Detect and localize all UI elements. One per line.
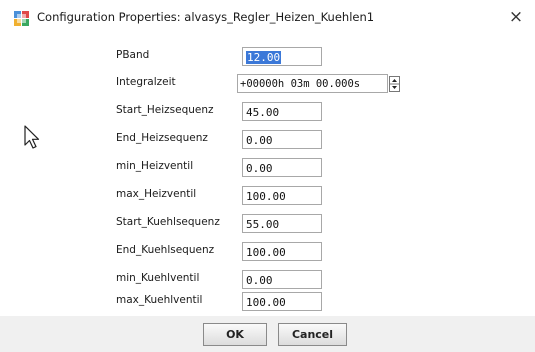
ok-button[interactable]: OK — [203, 323, 267, 346]
property-row-start-heizsequenz: Start_Heizsequenz 45.00 — [0, 101, 535, 125]
property-row-min-heizventil: min_Heizventil 0.00 — [0, 157, 535, 181]
property-row-start-kuehlsequenz: Start_Kuehlsequenz 55.00 — [0, 213, 535, 237]
property-label: PBand — [116, 49, 150, 61]
property-label: End_Heizsequenz — [116, 132, 208, 144]
property-row-max-kuehlventil: max_Kuehlventil 100.00 — [0, 291, 535, 315]
window-title: Configuration Properties: alvasys_Regler… — [37, 10, 375, 24]
max-heizventil-field[interactable]: 100.00 — [242, 186, 322, 205]
mouse-pointer-icon — [24, 125, 44, 151]
min-kuehlventil-field[interactable]: 0.00 — [242, 270, 322, 289]
start-kuehlsequenz-field[interactable]: 55.00 — [242, 214, 322, 233]
property-label: End_Kuehlsequenz — [116, 244, 215, 256]
property-label: min_Heizventil — [116, 160, 194, 172]
pband-field[interactable]: 12.00 — [242, 47, 322, 66]
property-row-end-heizsequenz: End_Heizsequenz 0.00 — [0, 129, 535, 153]
property-label: Integralzeit — [116, 76, 176, 88]
configuration-dialog: Configuration Properties: alvasys_Regler… — [0, 0, 535, 352]
property-row-min-kuehlventil: min_Kuehlventil 0.00 — [0, 269, 535, 293]
close-button[interactable]: × — [503, 4, 529, 30]
properties-panel: PBand 12.00 Integralzeit +00000h 03m 00.… — [0, 36, 535, 316]
property-label: max_Kuehlventil — [116, 294, 203, 306]
integralzeit-field[interactable]: +00000h 03m 00.000s — [237, 74, 388, 93]
title-bar: Configuration Properties: alvasys_Regler… — [0, 0, 535, 36]
close-icon: × — [508, 7, 524, 27]
property-row-max-heizventil: max_Heizventil 100.00 — [0, 185, 535, 209]
min-heizventil-field[interactable]: 0.00 — [242, 158, 322, 177]
property-label: max_Heizventil — [116, 188, 197, 200]
end-kuehlsequenz-field[interactable]: 100.00 — [242, 242, 322, 261]
button-bar: OK Cancel — [0, 316, 535, 352]
property-row-integralzeit: Integralzeit +00000h 03m 00.000s — [0, 73, 535, 97]
property-label: Start_Heizsequenz — [116, 104, 214, 116]
property-row-pband: PBand 12.00 — [0, 46, 535, 70]
max-kuehlventil-field[interactable]: 100.00 — [242, 292, 322, 311]
property-label: min_Kuehlventil — [116, 272, 200, 284]
property-row-end-kuehlsequenz: End_Kuehlsequenz 100.00 — [0, 241, 535, 265]
cancel-button[interactable]: Cancel — [278, 323, 347, 346]
pband-value: 12.00 — [246, 51, 282, 64]
start-heizsequenz-field[interactable]: 45.00 — [242, 102, 322, 121]
property-label: Start_Kuehlsequenz — [116, 216, 220, 228]
end-heizsequenz-field[interactable]: 0.00 — [242, 130, 322, 149]
config-app-icon — [14, 11, 30, 27]
spinner-icon[interactable] — [389, 76, 400, 92]
